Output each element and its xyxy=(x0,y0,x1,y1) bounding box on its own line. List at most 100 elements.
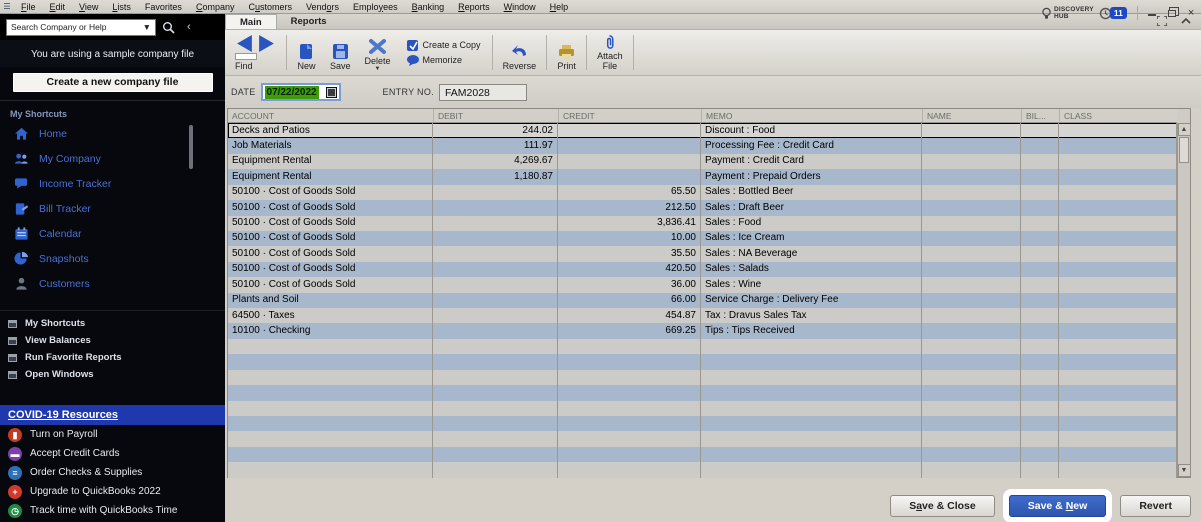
panel-item-view-balances[interactable]: View Balances xyxy=(0,332,225,349)
billable-cell[interactable] xyxy=(1021,200,1059,215)
account-cell[interactable] xyxy=(228,354,433,369)
account-cell[interactable]: 50100 · Cost of Goods Sold xyxy=(228,200,433,215)
memo-cell[interactable]: Sales : Food xyxy=(701,216,922,231)
credit-cell[interactable]: 65.50 xyxy=(558,185,701,200)
account-cell[interactable]: 64500 · Taxes xyxy=(228,308,433,323)
menu-item-view[interactable]: View xyxy=(72,2,105,12)
billable-cell[interactable] xyxy=(1021,370,1059,385)
class-cell[interactable] xyxy=(1059,123,1177,138)
table-scrollbar[interactable]: ▲ ▼ xyxy=(1177,123,1190,477)
billable-cell[interactable] xyxy=(1021,447,1059,462)
credit-cell[interactable]: 669.25 xyxy=(558,323,701,338)
debit-cell[interactable] xyxy=(433,277,558,292)
debit-cell[interactable] xyxy=(433,293,558,308)
table-row[interactable]: 50100 · Cost of Goods Sold36.00Sales : W… xyxy=(228,277,1177,292)
account-cell[interactable]: 50100 · Cost of Goods Sold xyxy=(228,185,433,200)
account-cell[interactable] xyxy=(228,416,433,431)
class-cell[interactable] xyxy=(1059,216,1177,231)
memorize-button[interactable]: Memorize xyxy=(406,54,481,67)
menu-item-file[interactable]: File xyxy=(14,2,43,12)
name-cell[interactable] xyxy=(922,308,1021,323)
credit-cell[interactable] xyxy=(558,401,701,416)
name-cell[interactable] xyxy=(922,154,1021,169)
debit-cell[interactable]: 1,180.87 xyxy=(433,169,558,184)
sidebar-item-income-tracker[interactable]: Income Tracker xyxy=(0,171,225,196)
class-cell[interactable] xyxy=(1059,431,1177,446)
class-cell[interactable] xyxy=(1059,323,1177,338)
create-company-file-button[interactable]: Create a new company file xyxy=(13,73,213,92)
table-row[interactable]: 50100 · Cost of Goods Sold420.50Sales : … xyxy=(228,262,1177,277)
account-cell[interactable]: 50100 · Cost of Goods Sold xyxy=(228,216,433,231)
save-new-button[interactable]: Save & New xyxy=(1009,495,1107,517)
name-cell[interactable] xyxy=(922,339,1021,354)
name-cell[interactable] xyxy=(922,169,1021,184)
account-cell[interactable] xyxy=(228,462,433,477)
promo-time-tracking[interactable]: ◷Track time with QuickBooks Time xyxy=(0,501,225,520)
billable-cell[interactable] xyxy=(1021,216,1059,231)
panel-item-open-windows[interactable]: Open Windows xyxy=(0,366,225,383)
class-cell[interactable] xyxy=(1059,200,1177,215)
restore-button[interactable] xyxy=(1168,10,1176,17)
table-row[interactable]: 50100 · Cost of Goods Sold10.00Sales : I… xyxy=(228,231,1177,246)
account-cell[interactable] xyxy=(228,447,433,462)
credit-cell[interactable] xyxy=(558,370,701,385)
name-cell[interactable] xyxy=(922,277,1021,292)
debit-cell[interactable] xyxy=(433,447,558,462)
class-cell[interactable] xyxy=(1059,277,1177,292)
billable-cell[interactable] xyxy=(1021,169,1059,184)
name-cell[interactable] xyxy=(922,416,1021,431)
class-cell[interactable] xyxy=(1059,354,1177,369)
account-cell[interactable]: Equipment Rental xyxy=(228,154,433,169)
name-cell[interactable] xyxy=(922,385,1021,400)
find-button[interactable]: Find xyxy=(229,33,283,72)
class-cell[interactable] xyxy=(1059,138,1177,153)
credit-cell[interactable] xyxy=(558,339,701,354)
debit-cell[interactable] xyxy=(433,462,558,477)
name-cell[interactable] xyxy=(922,185,1021,200)
table-row[interactable]: Job Materials111.97Processing Fee : Cred… xyxy=(228,138,1177,153)
menu-item-banking[interactable]: Banking xyxy=(405,2,452,12)
promo-payroll[interactable]: ▮Turn on Payroll xyxy=(0,425,225,444)
back-arrow-icon[interactable] xyxy=(235,35,254,52)
calendar-picker-icon[interactable] xyxy=(326,87,337,98)
menu-item-help[interactable]: Help xyxy=(543,2,576,12)
class-cell[interactable] xyxy=(1059,231,1177,246)
memo-cell[interactable]: Tax : Dravus Sales Tax xyxy=(701,308,922,323)
create-copy-button[interactable]: Create a Copy xyxy=(406,39,481,52)
billable-cell[interactable] xyxy=(1021,277,1059,292)
panel-item-run-favorite-reports[interactable]: Run Favorite Reports xyxy=(0,349,225,366)
menu-item-window[interactable]: Window xyxy=(497,2,543,12)
memo-cell[interactable]: Payment : Credit Card xyxy=(701,154,922,169)
class-cell[interactable] xyxy=(1059,262,1177,277)
sidebar-item-calendar[interactable]: Calendar xyxy=(0,221,225,246)
tab-main[interactable]: Main xyxy=(225,14,277,29)
debit-cell[interactable] xyxy=(433,185,558,200)
account-cell[interactable]: Equipment Rental xyxy=(228,169,433,184)
debit-cell[interactable] xyxy=(433,200,558,215)
column-header-memo[interactable]: MEMO xyxy=(701,109,922,122)
billable-cell[interactable] xyxy=(1021,231,1059,246)
name-cell[interactable] xyxy=(922,323,1021,338)
debit-cell[interactable] xyxy=(433,339,558,354)
credit-cell[interactable] xyxy=(558,138,701,153)
class-cell[interactable] xyxy=(1059,154,1177,169)
promo-upgrade[interactable]: +Upgrade to QuickBooks 2022 xyxy=(0,482,225,501)
search-input[interactable]: Search Company or Help ▼ xyxy=(6,19,156,36)
menu-item-company[interactable]: Company xyxy=(189,2,242,12)
debit-cell[interactable] xyxy=(433,231,558,246)
forward-arrow-icon[interactable] xyxy=(257,35,276,52)
class-cell[interactable] xyxy=(1059,308,1177,323)
class-cell[interactable] xyxy=(1059,246,1177,261)
memo-cell[interactable] xyxy=(701,370,922,385)
reminders-button[interactable]: 11 xyxy=(1099,7,1127,20)
credit-cell[interactable] xyxy=(558,416,701,431)
table-row[interactable]: Equipment Rental4,269.67Payment : Credit… xyxy=(228,154,1177,169)
credit-cell[interactable] xyxy=(558,354,701,369)
name-cell[interactable] xyxy=(922,123,1021,138)
credit-cell[interactable] xyxy=(558,447,701,462)
name-cell[interactable] xyxy=(922,447,1021,462)
billable-cell[interactable] xyxy=(1021,138,1059,153)
credit-cell[interactable] xyxy=(558,385,701,400)
name-cell[interactable] xyxy=(922,431,1021,446)
table-row[interactable] xyxy=(228,385,1177,400)
